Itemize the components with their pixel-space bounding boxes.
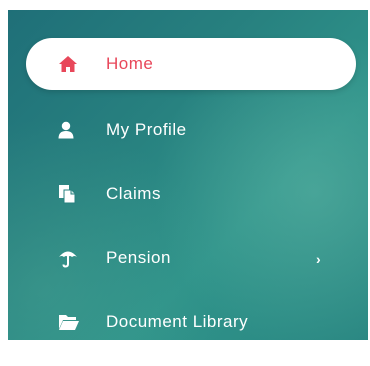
- sidebar-item-home[interactable]: Home: [26, 38, 356, 90]
- chevron-right-icon[interactable]: ›: [316, 251, 321, 267]
- sidebar-item-label: Pension: [106, 248, 171, 267]
- sidebar-menu: Home My Profile Claims Pension › Documen…: [8, 10, 368, 340]
- documents-icon: [58, 184, 98, 204]
- sidebar-item-label: My Profile: [106, 120, 187, 139]
- sidebar-item-label: Home: [106, 54, 154, 73]
- sidebar-item-label: Claims: [106, 184, 161, 203]
- user-icon: [58, 121, 98, 139]
- sidebar-item-claims[interactable]: Claims: [26, 168, 356, 220]
- home-icon: [58, 55, 98, 73]
- sidebar-item-my-profile[interactable]: My Profile: [26, 104, 356, 156]
- sidebar-item-pension[interactable]: Pension ›: [26, 232, 356, 284]
- folder-open-icon: [58, 313, 98, 331]
- sidebar-item-document-library[interactable]: Document Library: [26, 296, 356, 348]
- sidebar-item-label: Document Library: [106, 312, 249, 331]
- umbrella-icon: [58, 248, 98, 268]
